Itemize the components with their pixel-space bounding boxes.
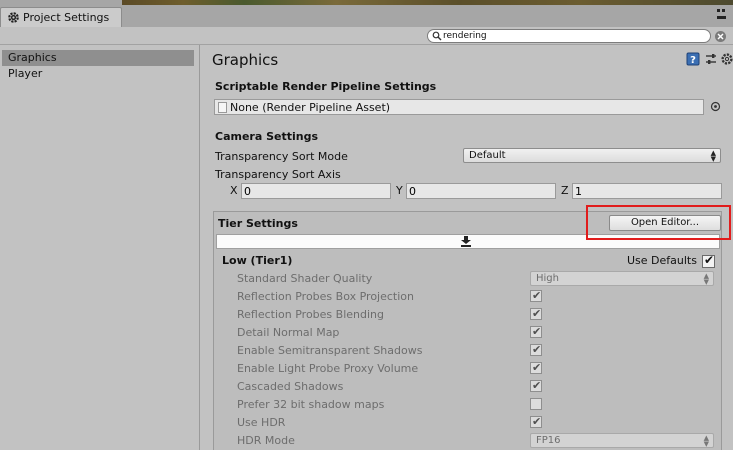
- window-tab-strip: Project Settings: [0, 0, 733, 27]
- reflection-box-projection-label: Reflection Probes Box Projection: [237, 290, 414, 303]
- use-defaults-checkbox[interactable]: ✔: [702, 253, 715, 268]
- sidebar-item-graphics[interactable]: Graphics: [2, 50, 194, 66]
- checkmark-icon: ✔: [532, 361, 542, 374]
- use-hdr-label: Use HDR: [237, 416, 286, 429]
- kebab-menu-icon: [717, 9, 726, 19]
- checkmark-icon: ✔: [532, 343, 542, 356]
- use-hdr-checkbox: ✔: [530, 415, 542, 428]
- detail-normal-map-label: Detail Normal Map: [237, 326, 340, 339]
- reflection-blending-label: Reflection Probes Blending: [237, 308, 384, 321]
- tier-settings-header: Tier Settings: [218, 217, 298, 230]
- detail-normal-map-checkbox: ✔: [530, 325, 542, 338]
- checkmark-icon: ✔: [532, 415, 542, 428]
- asset-document-icon: [218, 102, 227, 113]
- magnifier-icon: [432, 31, 442, 44]
- svg-text:?: ?: [690, 55, 696, 66]
- hdr-mode-value: FP16: [536, 435, 561, 446]
- standard-shader-quality-label: Standard Shader Quality: [237, 272, 373, 285]
- sort-axis-y-field[interactable]: [406, 183, 556, 199]
- use-defaults-label: Use Defaults: [627, 254, 697, 267]
- download-arrow-icon: [461, 236, 471, 250]
- scene-background-strip: [122, 0, 733, 5]
- semitransparent-shadows-label: Enable Semitransparent Shadows: [237, 344, 423, 357]
- preset-sliders-icon[interactable]: [704, 52, 718, 66]
- tier1-title: Low (Tier1): [222, 254, 293, 267]
- hdr-mode-label: HDR Mode: [237, 434, 295, 447]
- project-settings-tab[interactable]: Project Settings: [0, 7, 122, 27]
- checkmark-icon: ✔: [532, 307, 542, 320]
- standard-shader-quality-dropdown: High ▲ ▼: [530, 271, 714, 286]
- z-axis-label: Z: [561, 184, 569, 197]
- reflection-box-projection-checkbox: ✔: [530, 289, 542, 302]
- light-probe-proxy-label: Enable Light Probe Proxy Volume: [237, 362, 419, 375]
- search-clear-button[interactable]: [714, 30, 727, 43]
- settings-sidebar: Graphics Player: [0, 45, 200, 450]
- sidebar-item-player[interactable]: Player: [2, 66, 194, 82]
- checkmark-icon: ✔: [532, 289, 542, 302]
- prefer-32bit-shadow-label: Prefer 32 bit shadow maps: [237, 398, 385, 411]
- sort-mode-dropdown[interactable]: Default ▲ ▼: [463, 148, 721, 163]
- clear-icon: [715, 31, 726, 42]
- y-axis-label: Y: [396, 184, 403, 197]
- window-menu-button[interactable]: [714, 2, 730, 24]
- sort-axis-z-field[interactable]: [572, 183, 722, 199]
- hdr-mode-dropdown: FP16 ▲ ▼: [530, 433, 714, 448]
- gear-icon: [7, 11, 20, 24]
- checkmark-icon: ✔: [532, 325, 542, 338]
- tier-settings-box: Tier Settings Open Editor... Low (Tier1)…: [213, 211, 722, 450]
- light-probe-proxy-checkbox: ✔: [530, 361, 542, 374]
- updown-arrow-icon: ▲ ▼: [710, 149, 716, 163]
- sort-axis-x-field[interactable]: [241, 183, 391, 199]
- sort-axis-label: Transparency Sort Axis: [215, 168, 341, 181]
- search-field[interactable]: [427, 29, 711, 43]
- render-pipeline-asset-field[interactable]: None (Render Pipeline Asset): [214, 99, 704, 115]
- checkmark-icon: ✔: [704, 253, 715, 267]
- render-pipeline-asset-value: None (Render Pipeline Asset): [230, 101, 391, 114]
- sort-mode-label: Transparency Sort Mode: [215, 150, 348, 163]
- search-toolbar: [0, 27, 733, 45]
- cascaded-shadows-checkbox: ✔: [530, 379, 542, 392]
- cascaded-shadows-label: Cascaded Shadows: [237, 380, 344, 393]
- page-title: Graphics: [212, 51, 279, 69]
- object-picker-icon[interactable]: [710, 101, 721, 112]
- srp-section-header: Scriptable Render Pipeline Settings: [215, 80, 437, 93]
- checkmark-icon: ✔: [532, 379, 542, 392]
- updown-arrow-icon: ▲ ▼: [703, 434, 709, 448]
- settings-gear-icon[interactable]: [720, 52, 733, 66]
- help-book-icon[interactable]: ?: [686, 52, 700, 66]
- highlight-box: [586, 205, 731, 240]
- camera-section-header: Camera Settings: [215, 130, 319, 143]
- prefer-32bit-shadow-checkbox: [530, 398, 542, 410]
- search-input[interactable]: [443, 30, 698, 42]
- reflection-blending-checkbox: ✔: [530, 307, 542, 320]
- window-tab-label: Project Settings: [23, 11, 110, 24]
- semitransparent-shadows-checkbox: ✔: [530, 343, 542, 356]
- sort-mode-value: Default: [469, 150, 506, 161]
- graphics-settings-panel: Graphics ? Scriptable Render Pipeline Se…: [200, 45, 733, 450]
- x-axis-label: X: [230, 184, 238, 197]
- updown-arrow-icon: ▲ ▼: [703, 272, 709, 286]
- standard-shader-quality-value: High: [536, 273, 559, 284]
